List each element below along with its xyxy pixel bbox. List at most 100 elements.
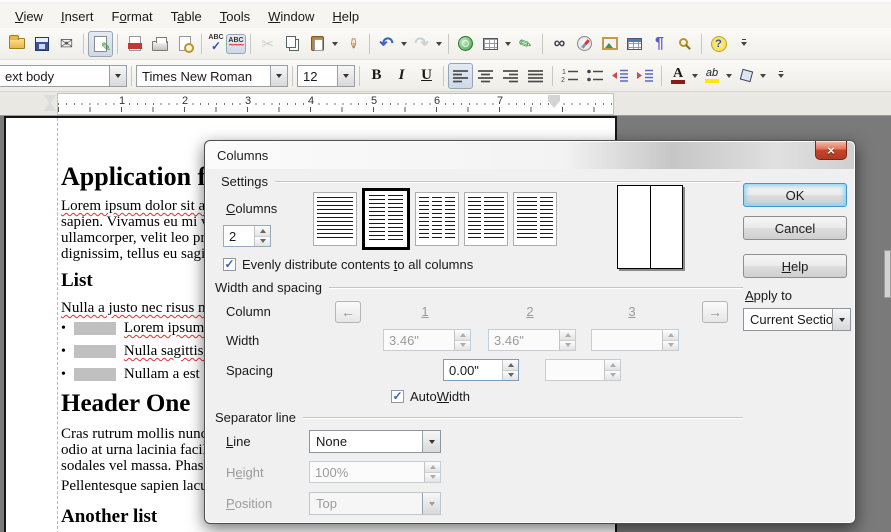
align-center-icon[interactable]: [473, 63, 498, 89]
column-scroll-right-icon[interactable]: →: [702, 301, 728, 323]
toolbar-overflow-icon[interactable]: [768, 63, 793, 89]
menu-tools[interactable]: Tools: [211, 6, 259, 27]
menu-window[interactable]: Window: [259, 6, 323, 27]
chevron-down-icon[interactable]: [337, 66, 354, 86]
numbered-list-icon[interactable]: 12: [557, 63, 582, 89]
font-color-icon[interactable]: A: [666, 63, 690, 89]
svg-text:2: 2: [561, 77, 565, 83]
font-size-select[interactable]: 12: [297, 65, 355, 87]
menu-insert[interactable]: Insert: [52, 6, 103, 27]
column-presets: [313, 188, 557, 250]
paste-icon[interactable]: [305, 31, 330, 57]
chevron-down-icon[interactable]: [270, 66, 287, 86]
apply-to-select[interactable]: Current Section: [743, 308, 851, 331]
spelling-icon[interactable]: [206, 34, 226, 54]
paragraph-style-select[interactable]: ext body: [0, 65, 127, 87]
toolbar-overflow-icon[interactable]: [731, 31, 756, 57]
export-pdf-icon[interactable]: [122, 31, 147, 57]
spinner-up-icon[interactable]: [255, 226, 270, 237]
horizontal-ruler[interactable]: 1 2 3 4 5 6 7: [0, 92, 891, 116]
ok-button[interactable]: OK: [743, 183, 847, 207]
edit-mode-icon[interactable]: [88, 31, 113, 57]
close-icon[interactable]: ×: [815, 141, 847, 160]
menu-format[interactable]: Format: [102, 6, 161, 27]
highlight-dropdown-icon[interactable]: [724, 64, 734, 88]
chevron-down-icon[interactable]: [109, 66, 126, 86]
autowidth-checkbox[interactable]: AutoWidth: [391, 389, 470, 404]
dialog-titlebar[interactable]: Columns: [206, 142, 854, 169]
spinner-down-icon[interactable]: [255, 237, 270, 247]
paste-dropdown-icon[interactable]: [330, 32, 340, 56]
spacing-2-input: [545, 359, 621, 381]
line-style-select[interactable]: None: [309, 430, 441, 453]
help-button[interactable]: Help: [743, 254, 847, 278]
preset-three-columns[interactable]: [415, 192, 459, 246]
column-scroll-left-icon[interactable]: ←: [335, 301, 361, 323]
increase-indent-icon[interactable]: [632, 63, 657, 89]
print-preview-icon[interactable]: [172, 31, 197, 57]
spacing-label: Spacing: [226, 363, 273, 378]
italic-button[interactable]: I: [389, 63, 414, 89]
line-label: Line: [226, 434, 251, 449]
align-right-icon[interactable]: [498, 63, 523, 89]
insert-table-icon[interactable]: [478, 31, 503, 57]
chevron-down-icon[interactable]: [832, 309, 850, 330]
underline-button[interactable]: U: [414, 63, 439, 89]
background-color-icon[interactable]: [734, 63, 758, 89]
doc-heading: Header One: [61, 390, 190, 418]
chevron-down-icon[interactable]: [422, 431, 440, 452]
font-color-dropdown-icon[interactable]: [690, 64, 700, 88]
bold-button[interactable]: B: [364, 63, 389, 89]
auto-spellcheck-icon[interactable]: [226, 34, 246, 54]
doc-heading: List: [61, 270, 93, 292]
decrease-indent-icon[interactable]: [607, 63, 632, 89]
evenly-distribute-checkbox[interactable]: Evenly distribute contents to all column…: [223, 257, 473, 272]
zoom-icon[interactable]: [672, 31, 697, 57]
undo-icon[interactable]: [374, 31, 399, 57]
help-icon[interactable]: [706, 31, 731, 57]
navigator-icon[interactable]: [572, 31, 597, 57]
open-icon[interactable]: [4, 31, 29, 57]
preset-left-narrow[interactable]: [464, 192, 508, 246]
bullet-list-icon[interactable]: [582, 63, 607, 89]
spacing-1-input[interactable]: 0.00": [443, 359, 519, 381]
clone-formatting-icon[interactable]: [340, 31, 365, 57]
hyperlink-icon[interactable]: [453, 31, 478, 57]
scrollbar-thumb[interactable]: [884, 250, 891, 298]
draw-functions-icon[interactable]: [513, 31, 538, 57]
copy-icon[interactable]: [280, 31, 305, 57]
gallery-icon[interactable]: [597, 31, 622, 57]
columns-dialog: Columns × Settings Columns 2 Evenly dist…: [204, 140, 856, 524]
font-name-select[interactable]: Times New Roman: [136, 65, 288, 87]
menu-table[interactable]: Table: [162, 6, 211, 27]
align-justify-icon[interactable]: [523, 63, 548, 89]
highlight-color-icon[interactable]: ab: [700, 63, 724, 89]
align-left-icon[interactable]: [448, 63, 473, 89]
doc-heading: Another list: [61, 506, 157, 528]
spinner-up-icon: [560, 330, 575, 341]
spinner-down-icon: [425, 473, 440, 483]
preset-right-narrow[interactable]: [513, 192, 557, 246]
preset-two-columns[interactable]: [362, 188, 410, 250]
cancel-button[interactable]: Cancel: [743, 216, 847, 240]
redo-icon: [409, 31, 434, 57]
data-sources-icon[interactable]: [622, 31, 647, 57]
preset-one-column[interactable]: [313, 192, 357, 246]
menu-view[interactable]: View: [6, 6, 52, 27]
email-icon[interactable]: [54, 31, 79, 57]
spinner-down-icon[interactable]: [503, 371, 518, 381]
spinner-up-icon[interactable]: [503, 360, 518, 371]
save-icon[interactable]: [29, 31, 54, 57]
background-color-dropdown-icon[interactable]: [758, 64, 768, 88]
undo-dropdown-icon[interactable]: [399, 32, 409, 56]
column-number-2: 2: [510, 304, 550, 319]
table-dropdown-icon[interactable]: [503, 32, 513, 56]
left-indent-marker[interactable]: [44, 95, 56, 111]
find-replace-icon[interactable]: [547, 31, 572, 57]
bullet-icon: •: [61, 367, 66, 383]
menu-help[interactable]: Help: [323, 6, 368, 27]
bullet-icon: •: [61, 321, 66, 337]
formatting-marks-icon[interactable]: [647, 31, 672, 57]
print-icon[interactable]: [147, 31, 172, 57]
columns-count-input[interactable]: 2: [223, 225, 271, 247]
